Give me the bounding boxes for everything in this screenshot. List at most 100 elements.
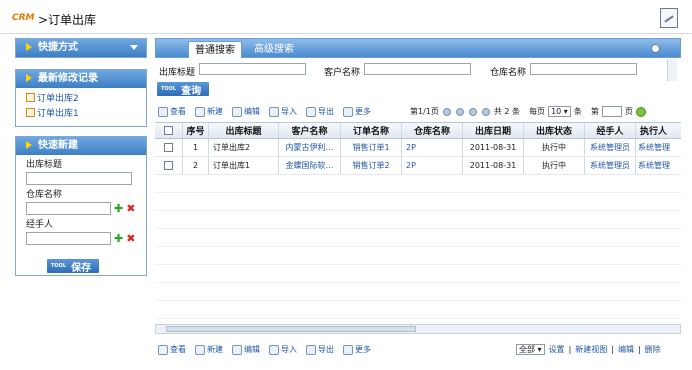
cell-date: 2011-08-31 <box>463 157 524 174</box>
clear-icon[interactable]: ✖ <box>126 202 135 215</box>
save-button[interactable]: TOOL 保存 <box>47 259 100 274</box>
select-all-checkbox[interactable] <box>155 123 183 138</box>
row-number: 1 <box>183 139 209 156</box>
cell-title[interactable]: 订单出库1 <box>209 157 279 174</box>
column-header: 执行人 <box>640 127 668 137</box>
query-button[interactable]: TOOL 查询 <box>157 82 210 97</box>
table-row[interactable]: 1 订单出库2 内蒙古伊利… 销售订单1 2P 2011-08-31 执行中 系… <box>155 139 681 157</box>
import-button[interactable]: 导入 <box>269 106 297 117</box>
new-button[interactable]: 新建 <box>195 344 223 355</box>
clear-icon[interactable]: ✖ <box>126 232 135 245</box>
scroll-thumb[interactable] <box>166 326 416 332</box>
cell-order[interactable]: 销售订单2 <box>341 157 402 174</box>
search-label-title: 出库标题 <box>159 68 196 78</box>
view-icon <box>158 106 168 117</box>
warehouse-input[interactable] <box>26 202 111 215</box>
export-button[interactable]: 导出 <box>306 344 334 355</box>
horizontal-scrollbar[interactable] <box>155 324 681 334</box>
per-page-label: 每页 <box>529 107 546 116</box>
next-page-icon[interactable] <box>468 107 477 116</box>
delete-view-link[interactable]: 删除 <box>645 344 661 355</box>
view-button[interactable]: 查看 <box>158 106 186 117</box>
top-bar <box>0 0 692 34</box>
view-filter-select[interactable]: 全部 ▾ <box>516 344 545 355</box>
title-input[interactable] <box>26 172 132 185</box>
search-title-input[interactable] <box>199 63 306 75</box>
more-button[interactable]: 更多 <box>343 344 371 355</box>
edit-button[interactable]: 编辑 <box>232 106 260 117</box>
handler-input[interactable] <box>26 232 111 245</box>
search-warehouse-input[interactable] <box>530 63 637 75</box>
search-label-customer: 客户名称 <box>324 68 361 78</box>
tab-normal-search[interactable]: 普通搜索 <box>188 41 242 58</box>
new-view-link[interactable]: 新建视图 <box>575 344 607 355</box>
row-number: 2 <box>183 157 209 174</box>
edit-button[interactable]: 编辑 <box>232 344 260 355</box>
view-controls: 全部 ▾ 设置 | 新建视图 | 编辑 | 删除 <box>516 344 661 355</box>
empty-row <box>155 211 681 229</box>
import-button[interactable]: 导入 <box>269 344 297 355</box>
row-checkbox[interactable] <box>155 157 183 174</box>
per-page-select[interactable]: 10 ▾ <box>548 106 571 117</box>
import-icon <box>269 344 279 355</box>
prev-page-icon[interactable] <box>455 107 464 116</box>
search-scrollbar[interactable] <box>667 59 677 81</box>
pagination: 第1/1页 共 2 条 每页 10 ▾ 条 第 页 <box>410 106 646 117</box>
shortcuts-title: 快捷方式 <box>38 42 78 53</box>
row-checkbox[interactable] <box>155 139 183 156</box>
search-tabs: 普通搜索 高级搜索 <box>155 38 681 58</box>
new-icon <box>195 106 205 117</box>
goto-page-input[interactable] <box>601 106 622 117</box>
empty-row <box>155 193 681 211</box>
export-icon <box>306 344 316 355</box>
new-button[interactable]: 新建 <box>195 106 223 117</box>
empty-row <box>155 265 681 283</box>
cell-executor[interactable]: 系统管理 <box>636 139 681 156</box>
settings-link[interactable]: 设置 <box>549 344 565 355</box>
cell-executor[interactable]: 系统管理 <box>636 157 681 174</box>
tab-advanced-search[interactable]: 高级搜索 <box>248 41 300 58</box>
per-page-unit: 条 <box>573 107 582 116</box>
tool-tag: TOOL <box>51 262 67 269</box>
first-page-icon[interactable] <box>442 107 451 116</box>
chevron-down-icon[interactable] <box>130 45 138 50</box>
cell-title[interactable]: 订单出库2 <box>209 139 279 156</box>
quick-new-header: 快速新建 <box>16 137 146 155</box>
go-icon[interactable] <box>635 106 646 117</box>
collapse-icon[interactable] <box>651 44 660 53</box>
empty-row <box>155 247 681 265</box>
recent-title: 最新修改记录 <box>38 73 98 84</box>
cell-status: 执行中 <box>524 139 585 156</box>
edit-view-link[interactable]: 编辑 <box>618 344 634 355</box>
column-header: 出库日期 <box>463 123 524 138</box>
last-page-icon[interactable] <box>481 107 490 116</box>
search-customer-input[interactable] <box>364 63 471 75</box>
document-edit-icon[interactable] <box>660 8 678 28</box>
bottom-toolbar: 查看 新建 编辑 导入 导出 更多 <box>158 344 371 355</box>
cell-handler[interactable]: 系统管理员 <box>585 139 636 156</box>
add-icon[interactable]: ✚ <box>114 232 123 245</box>
cell-warehouse[interactable]: 2P <box>402 139 463 156</box>
edit-icon <box>232 106 242 117</box>
empty-row <box>155 229 681 247</box>
arrow-icon <box>26 43 32 51</box>
table-row[interactable]: 2 订单出库1 金蝶国际软… 销售订单2 2P 2011-08-31 执行中 系… <box>155 157 681 175</box>
add-icon[interactable]: ✚ <box>114 202 123 215</box>
cell-customer[interactable]: 内蒙古伊利… <box>279 139 341 156</box>
column-header: 订单名称 <box>341 123 402 138</box>
column-header: 出库状态 <box>524 123 585 138</box>
more-button[interactable]: 更多 <box>343 106 371 117</box>
cell-customer[interactable]: 金蝶国际软… <box>279 157 341 174</box>
record-icon <box>26 93 35 102</box>
cell-order[interactable]: 销售订单1 <box>341 139 402 156</box>
cell-handler[interactable]: 系统管理员 <box>585 157 636 174</box>
recent-item[interactable]: 订单出库2 <box>16 92 146 107</box>
cell-warehouse[interactable]: 2P <box>402 157 463 174</box>
cell-date: 2011-08-31 <box>463 139 524 156</box>
column-header: 客户名称 <box>279 123 341 138</box>
shortcuts-header[interactable]: 快捷方式 <box>16 39 146 57</box>
recent-item[interactable]: 订单出库1 <box>16 107 146 122</box>
export-button[interactable]: 导出 <box>306 106 334 117</box>
arrow-icon <box>26 74 32 82</box>
view-button[interactable]: 查看 <box>158 344 186 355</box>
